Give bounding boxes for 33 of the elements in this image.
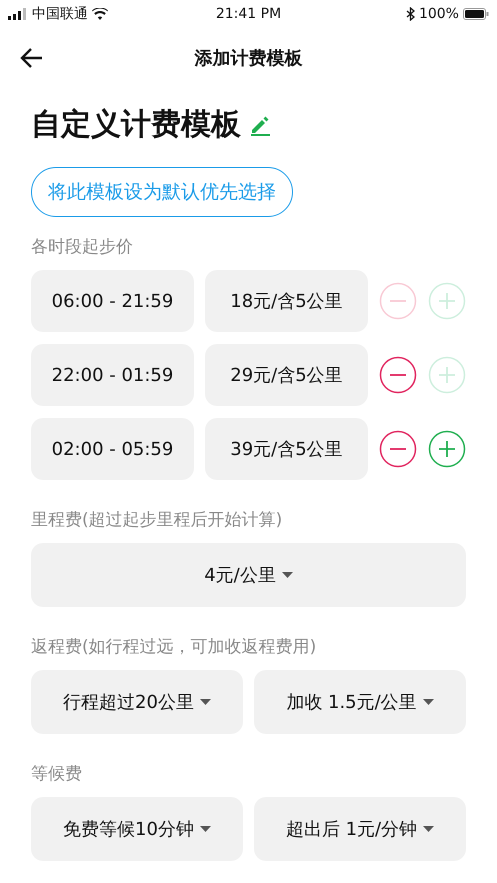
caret-icon [423,826,434,832]
section-label: 返程费(如行程过远，可加收返程费用) [31,636,318,658]
bluetooth-icon [406,7,415,21]
minus-button[interactable] [379,430,417,468]
price-button[interactable]: 39元/含5公里 [205,418,368,480]
time-range-button[interactable]: 22:00 - 01:59 [31,344,194,406]
template-name: 自定义计费模板 [31,106,241,144]
carrier-name: 中国联通 [32,5,88,23]
signal-icon [8,8,28,20]
return-fee-dropdown[interactable]: 行程超过20公里 [31,670,243,734]
battery-percent: 100% [418,6,459,22]
mileage-dropdown[interactable]: 4元/公里 [31,543,466,607]
waiting-fee-dropdown[interactable]: 超出后 1元/分钟 [254,797,466,861]
minus-button[interactable] [379,356,417,394]
caret-icon [422,699,434,705]
time-range-button[interactable]: 02:00 - 05:59 [31,418,194,480]
section-label: 各时段起步价 [31,236,134,258]
pencil-icon[interactable] [249,114,271,136]
page-title: 添加计费模板 [194,47,302,70]
status-time: 21:41 PM [216,6,282,22]
battery-icon [462,8,489,20]
price-button[interactable]: 29元/含5公里 [205,344,368,406]
plus-button[interactable] [428,430,466,468]
caret-icon [200,826,211,832]
time-range-button[interactable]: 06:00 - 21:59 [31,270,194,332]
return-fee-dropdown[interactable]: 加收 1.5元/公里 [254,670,466,734]
caret-icon [200,699,211,705]
wifi-icon [92,8,108,20]
price-button[interactable]: 18元/含5公里 [205,270,368,332]
waiting-fee-dropdown[interactable]: 免费等候10分钟 [31,797,243,861]
section-label: 里程费(超过起步里程后开始计算) [31,509,284,531]
caret-icon [282,572,293,578]
section-label: 等候费 [31,763,83,785]
